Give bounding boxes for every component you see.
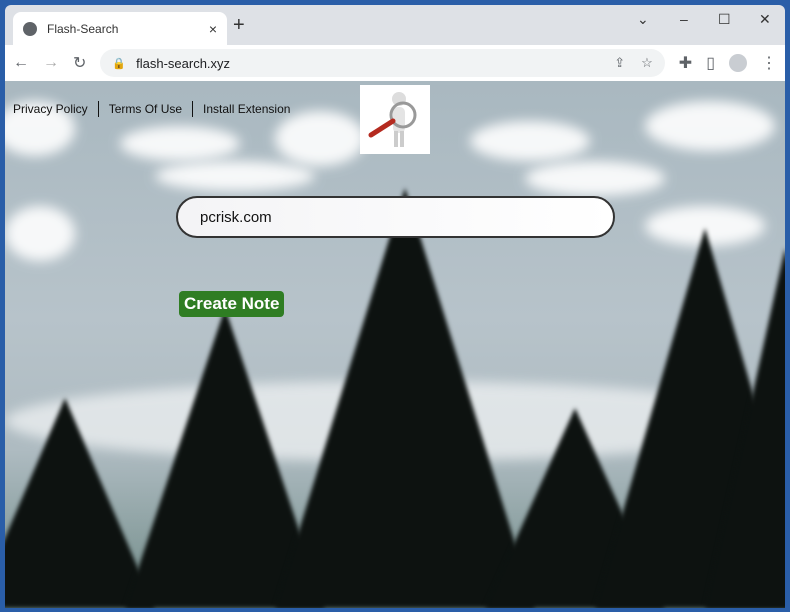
side-panel-icon[interactable]: ▯: [706, 53, 715, 73]
logo-magnifier-man: [360, 85, 430, 154]
close-tab-icon[interactable]: ×: [209, 21, 217, 37]
install-extension-link[interactable]: Install Extension: [203, 102, 290, 116]
tab-bar: Flash-Search × + ⌄ – ☐ ✕: [5, 5, 785, 45]
profile-icon[interactable]: [729, 54, 747, 72]
lock-icon: 🔒: [112, 57, 127, 70]
url-text: flash-search.xyz: [136, 55, 231, 71]
back-icon[interactable]: ←: [13, 54, 29, 72]
tab-title: Flash-Search: [47, 21, 119, 36]
terms-of-use-link[interactable]: Terms Of Use: [109, 102, 182, 116]
globe-icon: [23, 21, 37, 36]
address-bar[interactable]: 🔒 flash-search.xyz ⇪ ☆: [100, 49, 665, 77]
close-window-button[interactable]: ✕: [759, 11, 771, 28]
search-input[interactable]: [176, 196, 615, 238]
star-icon[interactable]: ☆: [641, 55, 653, 71]
minimize-button[interactable]: –: [680, 11, 688, 27]
divider: [97, 101, 99, 117]
page-content: Privacy Policy Terms Of Use Install Exte…: [5, 81, 785, 608]
browser-window: Flash-Search × + ⌄ – ☐ ✕ ← → ↻ 🔒 flash-s…: [5, 5, 785, 608]
share-icon[interactable]: ⇪: [614, 55, 625, 71]
privacy-policy-link[interactable]: Privacy Policy: [13, 102, 88, 116]
reload-icon[interactable]: ↻: [73, 53, 86, 73]
tab-flash-search[interactable]: Flash-Search ×: [13, 12, 227, 45]
tab-search-icon[interactable]: ⌄: [637, 11, 649, 28]
create-note-button[interactable]: Create Note: [179, 291, 285, 317]
new-tab-button[interactable]: +: [233, 14, 245, 37]
maximize-button[interactable]: ☐: [718, 11, 731, 28]
toolbar: ← → ↻ 🔒 flash-search.xyz ⇪ ☆ ✚ ▯ ⋮: [5, 45, 785, 81]
top-links: Privacy Policy Terms Of Use Install Exte…: [13, 101, 290, 117]
forward-icon[interactable]: →: [43, 54, 59, 72]
extensions-icon[interactable]: ✚: [679, 53, 692, 73]
divider: [192, 101, 194, 117]
menu-icon[interactable]: ⋮: [761, 53, 777, 73]
